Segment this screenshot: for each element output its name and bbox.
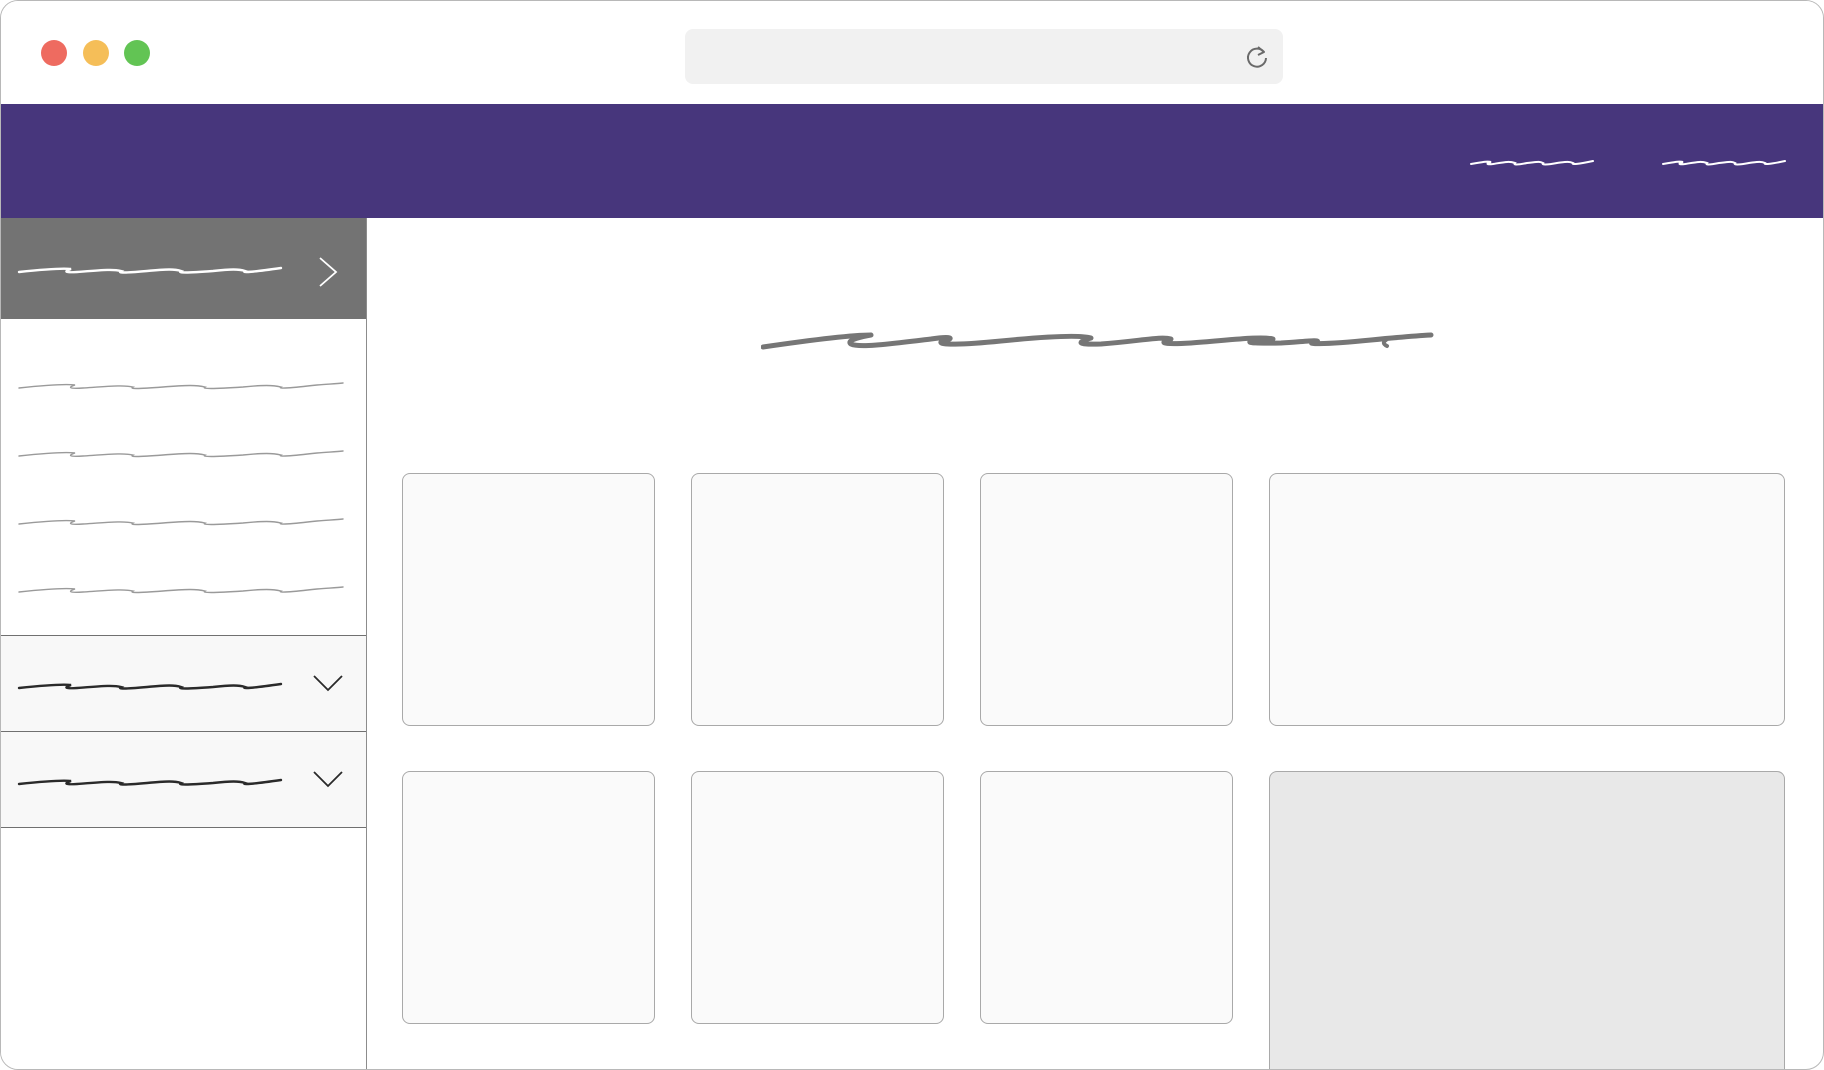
page-title xyxy=(761,332,1434,350)
minimize-window-button[interactable] xyxy=(83,40,109,66)
card-r2c2[interactable] xyxy=(691,771,944,1024)
card-r1c2[interactable] xyxy=(691,473,944,726)
sidebar-accordion-2[interactable] xyxy=(1,731,366,828)
chevron-right-icon xyxy=(319,257,338,287)
sidebar-accordion-2-label xyxy=(17,778,283,786)
reload-icon[interactable] xyxy=(1243,43,1271,71)
site-header xyxy=(1,104,1823,218)
card-r1c1[interactable] xyxy=(402,473,655,726)
sidebar-sub-item-2[interactable] xyxy=(17,442,347,462)
card-r2c4-highlighted[interactable] xyxy=(1269,771,1785,1069)
sidebar-active-section-label xyxy=(17,266,283,274)
sidebar-accordion-1-label xyxy=(17,682,283,690)
nav-link-1[interactable] xyxy=(1469,154,1595,168)
card-r2c1[interactable] xyxy=(402,771,655,1024)
sidebar-sub-item-1[interactable] xyxy=(17,374,347,394)
nav-link-2[interactable] xyxy=(1661,154,1787,168)
card-r2c3[interactable] xyxy=(980,771,1233,1024)
address-bar[interactable] xyxy=(685,29,1283,84)
sidebar-active-section[interactable] xyxy=(1,218,366,319)
sidebar-accordion-1[interactable] xyxy=(1,635,366,732)
close-window-button[interactable] xyxy=(41,40,67,66)
browser-toolbar xyxy=(1,1,1823,104)
chevron-down-icon xyxy=(313,675,343,692)
sidebar-sub-item-4[interactable] xyxy=(17,578,347,598)
zoom-window-button[interactable] xyxy=(124,40,150,66)
card-r1c4-wide[interactable] xyxy=(1269,473,1785,726)
chevron-down-icon xyxy=(313,771,343,788)
sidebar xyxy=(1,218,367,1069)
sidebar-sub-item-3[interactable] xyxy=(17,510,347,530)
sidebar-divider xyxy=(1,827,366,828)
browser-window xyxy=(0,0,1824,1070)
card-r1c3[interactable] xyxy=(980,473,1233,726)
